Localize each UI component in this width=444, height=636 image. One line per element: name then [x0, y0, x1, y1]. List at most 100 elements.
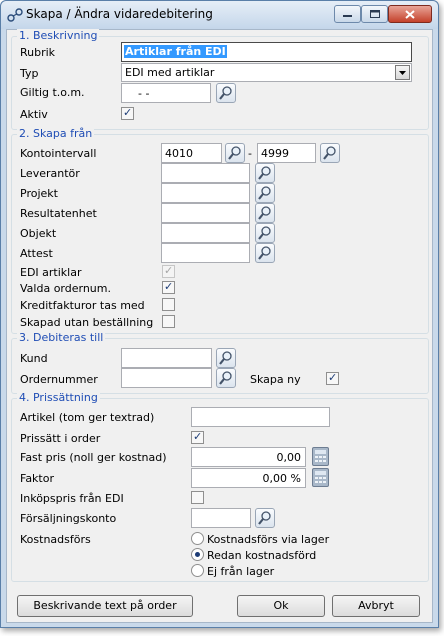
konto-from-input[interactable]: 4010 — [161, 143, 222, 163]
check-icon: ✓ — [193, 430, 203, 443]
objekt-label: Objekt — [20, 227, 57, 240]
avbryt-button[interactable]: Avbryt — [332, 595, 420, 617]
faktor-input[interactable]: 0,00 % — [191, 468, 306, 488]
maximize-icon — [369, 10, 380, 18]
typ-value: EDI med artiklar — [125, 66, 215, 79]
radio-selected-dot — [195, 552, 200, 557]
resultatenhet-label: Resultatenhet — [20, 207, 97, 220]
konto-from-value: 4010 — [165, 147, 193, 160]
projekt-lookup-button[interactable] — [255, 183, 275, 203]
calculator-icon — [315, 450, 326, 462]
faktor-label: Faktor — [20, 472, 54, 485]
edi-artiklar-label: EDI artiklar — [20, 266, 82, 279]
forsaljningskonto-input[interactable] — [191, 508, 251, 528]
kontointervall-label: Kontointervall — [20, 147, 97, 160]
valda-ordernum-checkbox[interactable]: ✓ — [162, 280, 175, 294]
forsaljningskonto-label: Försäljningskonto — [20, 512, 117, 525]
beskrivande-text-button[interactable]: Beskrivande text på order — [17, 595, 193, 617]
radio-label: Redan kostnadsförd — [207, 549, 317, 562]
forsaljningskonto-lookup-button[interactable] — [255, 508, 275, 528]
resultatenhet-input[interactable] — [161, 203, 250, 223]
dropdown-button[interactable] — [395, 65, 410, 80]
faktor-calculator-button[interactable] — [312, 468, 329, 487]
magnifier-icon — [219, 351, 232, 365]
minimize-button[interactable] — [334, 5, 361, 23]
radio-label: Ej från lager — [207, 565, 275, 578]
prissatt-label: Prissätt i order — [20, 432, 101, 445]
check-icon: ✓ — [164, 264, 174, 277]
konto-to-input[interactable]: 4999 — [257, 143, 316, 163]
kostnadsfors-label: Kostnadsförs — [20, 533, 91, 546]
kund-label: Kund — [20, 352, 48, 365]
section-legend: 1. Beskrivning — [17, 29, 100, 42]
edi-artiklar-checkbox[interactable]: ✓ — [162, 264, 175, 278]
attest-label: Attest — [20, 247, 53, 260]
magnifier-icon — [219, 86, 232, 100]
projekt-input[interactable] — [161, 183, 250, 203]
leverantor-lookup-button[interactable] — [255, 163, 275, 183]
konto-to-lookup-button[interactable] — [320, 143, 340, 163]
magnifier-icon — [258, 246, 271, 260]
faktor-value: 0,00 % — [262, 472, 301, 485]
objekt-input[interactable] — [161, 223, 250, 243]
skapa-ny-checkbox[interactable]: ✓ — [326, 371, 339, 385]
giltig-value: - - — [138, 87, 150, 100]
magnifier-icon — [228, 146, 241, 160]
attest-input[interactable] — [161, 243, 250, 263]
aktiv-checkbox[interactable]: ✓ — [121, 106, 134, 120]
magnifier-icon — [258, 511, 271, 525]
giltig-date-input[interactable]: - - — [121, 83, 211, 103]
skapad-utan-bestallning-checkbox[interactable] — [162, 315, 175, 328]
rubrik-label: Rubrik — [20, 46, 56, 59]
section-legend: 4. Prissättning — [17, 391, 100, 404]
check-icon: ✓ — [164, 280, 174, 293]
prissatt-checkbox[interactable]: ✓ — [191, 430, 204, 444]
radio-label: Kostnadsförs via lager — [207, 533, 330, 546]
attest-lookup-button[interactable] — [255, 243, 275, 263]
objekt-lookup-button[interactable] — [255, 223, 275, 243]
typ-label: Typ — [20, 67, 39, 80]
close-icon — [405, 9, 415, 19]
kund-input[interactable] — [121, 348, 212, 368]
magnifier-icon — [258, 186, 271, 200]
ordernummer-input[interactable] — [121, 368, 212, 388]
maximize-button[interactable] — [361, 5, 388, 23]
radio-kostnadsfors-via-lager[interactable] — [191, 532, 204, 545]
inkopspris-label: Inköpspris från EDI — [20, 492, 124, 505]
valda-ordernum-label: Valda ordernum. — [20, 282, 111, 295]
fast-pris-label: Fast pris (noll ger kostnad) — [20, 451, 167, 464]
radio-ej-fran-lager[interactable] — [191, 564, 204, 577]
fast-pris-input[interactable]: 0,00 — [191, 447, 306, 467]
fast-pris-calculator-button[interactable] — [312, 447, 329, 466]
check-icon: ✓ — [328, 371, 338, 384]
leverantor-label: Leverantör — [20, 167, 80, 180]
app-icon — [7, 8, 23, 22]
skapad-utan-bestallning-label: Skapad utan beställning — [20, 316, 154, 329]
kund-lookup-button[interactable] — [216, 348, 236, 368]
konto-from-lookup-button[interactable] — [225, 143, 245, 163]
dialog-window: Skapa / Ändra vidaredebitering 1. Beskri… — [0, 0, 439, 628]
rubrik-input[interactable]: Artiklar från EDI — [121, 42, 412, 62]
chevron-down-icon — [399, 71, 406, 75]
close-button[interactable] — [388, 5, 432, 23]
artikel-input[interactable] — [191, 407, 330, 427]
leverantor-input[interactable] — [161, 163, 250, 183]
date-picker-button[interactable] — [216, 83, 236, 103]
ok-button[interactable]: Ok — [237, 595, 325, 617]
inkopspris-checkbox[interactable] — [191, 491, 204, 504]
projekt-label: Projekt — [20, 187, 58, 200]
section-legend: 3. Debiteras till — [17, 331, 106, 344]
magnifier-icon — [258, 206, 271, 220]
rubrik-value: Artiklar från EDI — [124, 45, 227, 58]
title-bar[interactable]: Skapa / Ändra vidaredebitering — [1, 1, 438, 29]
ordernummer-lookup-button[interactable] — [216, 368, 236, 388]
dialog-body: 1. Beskrivning Rubrik Artiklar från EDI … — [6, 29, 433, 623]
calculator-icon — [315, 471, 326, 483]
radio-redan-kostnadsford[interactable] — [191, 548, 204, 561]
aktiv-label: Aktiv — [20, 108, 48, 121]
kreditfakturor-checkbox[interactable] — [162, 298, 175, 311]
typ-select[interactable]: EDI med artiklar — [121, 63, 412, 82]
konto-to-value: 4999 — [261, 147, 289, 160]
resultatenhet-lookup-button[interactable] — [255, 203, 275, 223]
magnifier-icon — [323, 146, 336, 160]
